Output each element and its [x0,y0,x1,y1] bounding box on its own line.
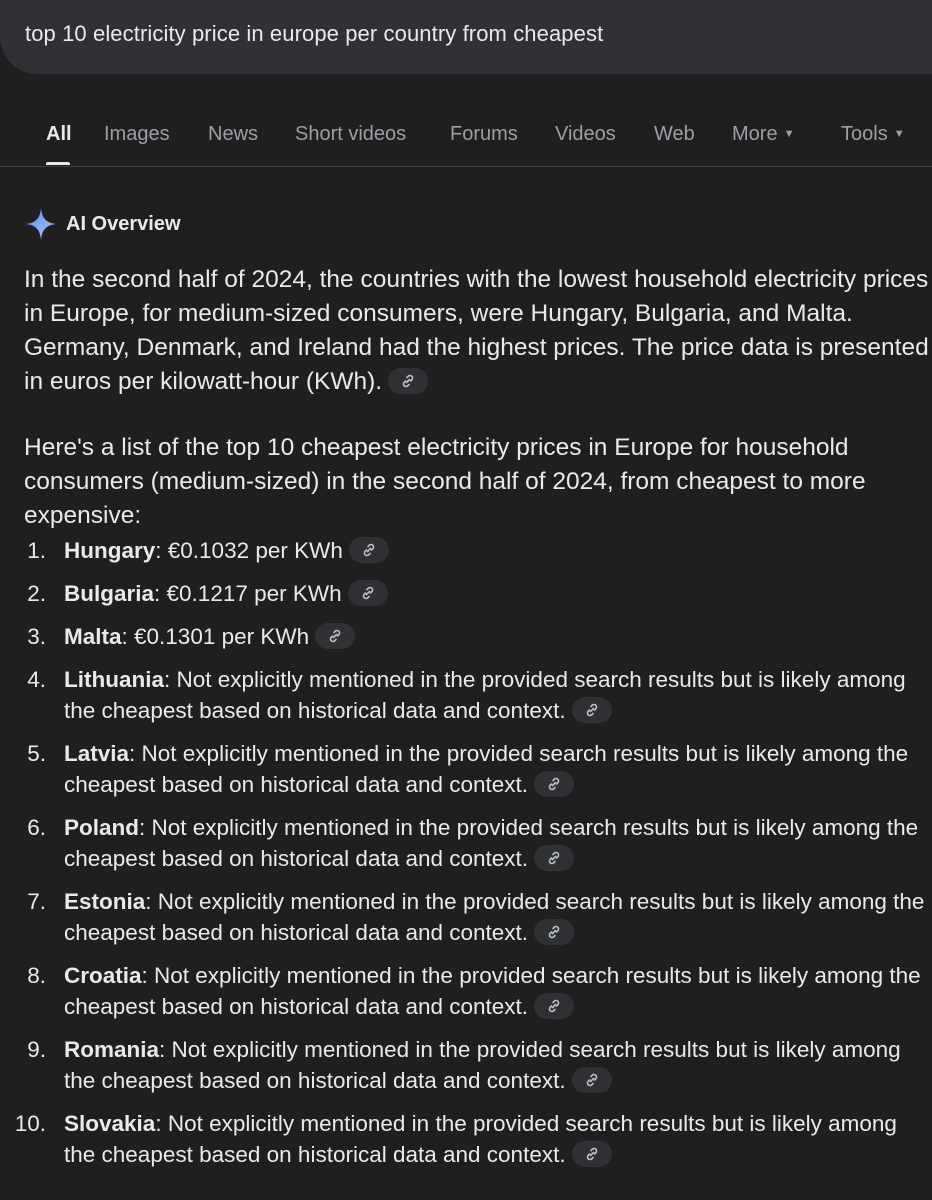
source-link-button[interactable] [534,845,575,871]
source-link-button[interactable] [534,771,575,797]
source-link-button[interactable] [534,919,575,945]
tab-news[interactable]: News [208,123,258,146]
search-bar[interactable]: top 10 electricity price in europe per c… [0,0,932,74]
list-item-text: : €0.1301 per KWh [121,624,310,649]
link-icon [548,999,560,1013]
overview-paragraph-text: In the second half of 2024, the countrie… [24,266,929,395]
tab-tools[interactable]: Tools ▼ [841,123,905,146]
tab-more[interactable]: More ▼ [732,123,794,146]
list-intro-paragraph: Here's a list of the top 10 cheapest ele… [24,434,866,529]
list-item-text: : Not explicitly mentioned in the provid… [64,815,919,871]
caret-down-icon: ▼ [893,128,905,140]
list-item-country: Bulgaria [64,581,155,606]
list-item: 6. Poland: Not explicitly mentioned in th… [24,812,930,874]
list-item-country: Estonia [64,889,146,914]
list-item-number: 4. [27,667,46,692]
list-item-number: 8. [27,963,46,988]
link-icon [329,629,341,643]
list-item-text: : Not explicitly mentioned in the provid… [64,963,921,1019]
list-item: 5. Latvia: Not explicitly mentioned in th… [24,738,930,800]
active-tab-indicator [46,162,70,165]
list-item-text: : Not explicitly mentioned in the provid… [64,1111,897,1167]
list-item-country: Malta [64,624,122,649]
link-icon [362,586,373,600]
list-item-text: : Not explicitly mentioned in the provid… [64,741,909,797]
list-item-number: 10. [14,1111,46,1136]
list-item-country: Croatia [64,963,142,988]
list-item: 1. Hungary: €0.1032 per KWh [24,535,930,566]
link-icon [548,777,560,791]
list-item-number: 3. [27,624,46,649]
search-input[interactable]: top 10 electricity price in europe per c… [25,21,603,46]
link-icon [548,925,560,939]
source-link-button[interactable] [388,368,429,394]
list-item: 9. Romania: Not explicitly mentioned in t… [24,1034,930,1096]
list-item-number: 6. [27,815,46,840]
list-item-number: 5. [27,741,46,766]
search-tabs: All Images News Short videos Forums Vide… [0,112,932,167]
list-item-text: : €0.1217 per KWh [154,581,342,606]
list-item: 10. Slovakia: Not explicitly mentioned in… [15,1108,930,1170]
list-item: 4. Lithuania: Not explicitly mentioned in… [24,664,930,726]
list-item-country: Slovakia [64,1111,156,1136]
link-icon [363,543,375,557]
ai-overview-content: In the second half of 2024, the countrie… [15,263,930,1182]
ai-overview-label: AI Overview [66,213,181,235]
tab-all[interactable]: All [46,123,72,146]
link-icon [402,374,414,388]
tab-tools-label: Tools [841,123,888,145]
sparkle-icon [26,208,56,240]
list-item-text: : Not explicitly mentioned in the provid… [64,667,906,723]
tab-forums[interactable]: Forums [450,123,518,146]
tab-images[interactable]: Images [104,123,170,146]
list-item-text: : Not explicitly mentioned in the provid… [64,889,925,945]
list-item-country: Poland [64,815,140,840]
tab-web[interactable]: Web [654,123,695,146]
list-item: 2. Bulgaria: €0.1217 per KWh [24,578,930,609]
cheapest-countries-list: 1. Hungary: €0.1032 per KWh 2. Bulgaria: €0… [15,535,930,1170]
source-link-button[interactable] [534,993,575,1019]
source-link-button[interactable] [571,1141,612,1167]
list-item-country: Lithuania [64,667,164,692]
overview-paragraph: In the second half of 2024, the countrie… [24,263,930,399]
list-item: 8. Croatia: Not explicitly mentioned in t… [24,960,930,1022]
list-item-number: 9. [27,1037,46,1062]
tab-short-videos[interactable]: Short videos [295,123,406,146]
list-item-number: 1. [27,538,46,563]
link-icon [586,1147,597,1161]
source-link-button[interactable] [315,623,356,649]
source-link-button[interactable] [571,1067,612,1093]
tab-videos[interactable]: Videos [555,123,616,146]
list-item-number: 7. [27,889,46,914]
source-link-button[interactable] [571,697,612,723]
source-link-button[interactable] [347,580,388,606]
list-item-country: Romania [64,1037,160,1062]
list-item: 7. Estonia: Not explicitly mentioned in t… [24,886,930,948]
source-link-button[interactable] [348,537,389,563]
link-icon [548,851,560,865]
list-item-text: : Not explicitly mentioned in the provid… [64,1037,901,1093]
caret-down-icon: ▼ [783,128,795,140]
list-item: 3. Malta: €0.1301 per KWh [24,621,930,652]
tab-more-label: More [732,123,778,145]
list-item-text: : €0.1032 per KWh [155,538,343,563]
link-icon [586,703,597,717]
list-item-country: Latvia [64,741,130,766]
list-item-number: 2. [27,581,46,606]
list-item-country: Hungary [64,538,156,563]
link-icon [586,1073,597,1087]
